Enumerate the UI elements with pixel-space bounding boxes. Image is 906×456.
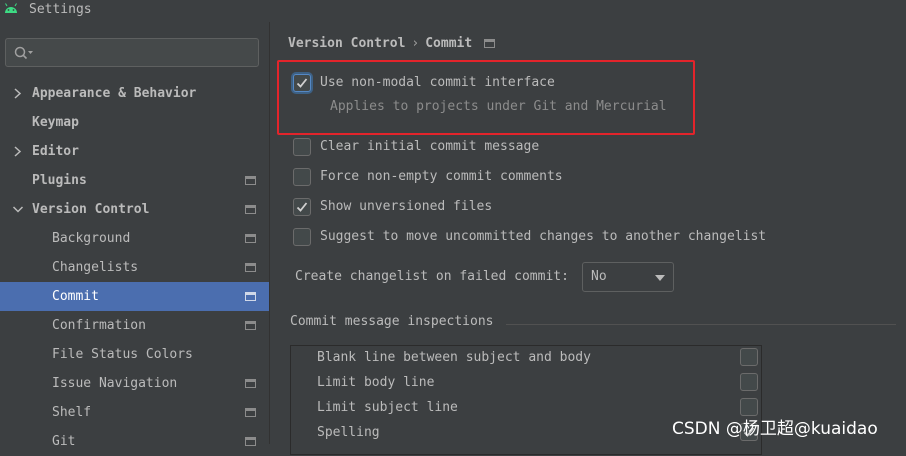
sidebar-item-editor[interactable]: Editor (0, 137, 269, 166)
search-icon (14, 46, 33, 60)
breadcrumb: Version Control › Commit (288, 36, 496, 51)
project-level-icon (245, 234, 256, 243)
inspection-label: Blank line between subject and body (317, 350, 591, 365)
sidebar-item-label: Editor (32, 144, 79, 159)
sidebar-item-label: Confirmation (52, 318, 146, 333)
sidebar-item-issue-navigation[interactable]: Issue Navigation (0, 369, 269, 398)
non-modal-commit-label: Use non-modal commit interface (320, 75, 555, 90)
inspection-label: Limit body line (317, 375, 435, 390)
clear-initial-message-checkbox[interactable] (293, 138, 311, 156)
sidebar-item-background[interactable]: Background (0, 224, 269, 253)
inspection-checkbox[interactable] (740, 373, 758, 391)
checkmark-icon (296, 78, 308, 88)
project-level-icon (245, 292, 256, 301)
project-level-icon (245, 379, 256, 388)
sidebar-item-label: Git (52, 434, 76, 449)
section-divider (506, 324, 896, 325)
non-modal-commit-checkbox[interactable] (293, 74, 311, 92)
failed-commit-dropdown[interactable]: No (582, 262, 674, 292)
watermark: CSDN @杨卫超@kuaidao (672, 419, 878, 439)
project-level-icon (245, 408, 256, 417)
suggest-move-label: Suggest to move uncommitted changes to a… (320, 229, 767, 244)
force-non-empty-checkbox[interactable] (293, 168, 311, 186)
suggest-move-checkbox[interactable] (293, 228, 311, 246)
sidebar-item-label: Issue Navigation (52, 376, 178, 391)
breadcrumb-separator: › (411, 36, 420, 51)
sidebar-item-shelf[interactable]: Shelf (0, 398, 269, 427)
sidebar-item-label: Plugins (32, 173, 87, 188)
sidebar-item-label: Appearance & Behavior (32, 86, 197, 101)
chevron-down-icon (655, 275, 665, 281)
sidebar-item-label: Changelists (52, 260, 139, 275)
inspections-title: Commit message inspections (290, 314, 494, 329)
show-unversioned-label: Show unversioned files (320, 199, 493, 214)
sidebar-item-changelists[interactable]: Changelists (0, 253, 269, 282)
sidebar-item-label: Shelf (52, 405, 92, 420)
highlight-box (277, 60, 695, 135)
inspection-row[interactable]: Limit body line (291, 371, 761, 396)
failed-commit-label: Create changelist on failed commit: (295, 269, 569, 284)
sidebar-item-git[interactable]: Git (0, 427, 269, 456)
breadcrumb-current: Commit (425, 36, 473, 51)
title-bar: Settings (0, 0, 906, 22)
sidebar-item-label: Background (52, 231, 131, 246)
search-input[interactable] (5, 38, 259, 67)
project-level-icon (245, 176, 256, 185)
checkmark-icon (296, 202, 308, 212)
inspection-label: Limit subject line (317, 400, 458, 415)
sidebar-item-appearance[interactable]: Appearance & Behavior (0, 79, 269, 108)
failed-commit-value: No (591, 269, 607, 284)
sidebar-item-version-control[interactable]: Version Control (0, 195, 269, 224)
settings-sidebar: Appearance & Behavior Keymap Editor Plug… (0, 22, 270, 449)
chevron-right-icon (14, 88, 22, 99)
chevron-right-icon (14, 146, 22, 157)
show-unversioned-checkbox[interactable] (293, 198, 311, 216)
window-title: Settings (29, 2, 92, 17)
sidebar-item-file-status-colors[interactable]: File Status Colors (0, 340, 269, 369)
project-level-icon (245, 437, 256, 446)
sidebar-item-label: File Status Colors (52, 347, 193, 362)
inspection-label: Spelling (317, 425, 380, 440)
clear-initial-message-label: Clear initial commit message (320, 139, 540, 154)
settings-content: Version Control › Commit Use non-modal com… (270, 22, 906, 455)
sidebar-item-commit[interactable]: Commit (0, 282, 269, 311)
chevron-down-icon (12, 206, 24, 213)
project-level-icon (245, 263, 256, 272)
non-modal-hint: Applies to projects under Git and Mercur… (330, 99, 667, 114)
sidebar-item-plugins[interactable]: Plugins (0, 166, 269, 195)
sidebar-item-confirmation[interactable]: Confirmation (0, 311, 269, 340)
sidebar-item-label: Keymap (32, 115, 79, 130)
project-level-icon (245, 205, 256, 214)
sidebar-item-label: Commit (52, 289, 99, 304)
android-icon (5, 3, 17, 13)
sidebar-item-keymap[interactable]: Keymap (0, 108, 269, 137)
inspection-row[interactable]: Blank line between subject and body (291, 346, 761, 371)
force-non-empty-label: Force non-empty commit comments (320, 169, 563, 184)
project-level-icon (484, 39, 496, 48)
sidebar-item-label: Version Control (32, 202, 150, 217)
project-level-icon (245, 321, 256, 330)
inspection-checkbox[interactable] (740, 348, 758, 366)
breadcrumb-parent[interactable]: Version Control (288, 36, 405, 51)
